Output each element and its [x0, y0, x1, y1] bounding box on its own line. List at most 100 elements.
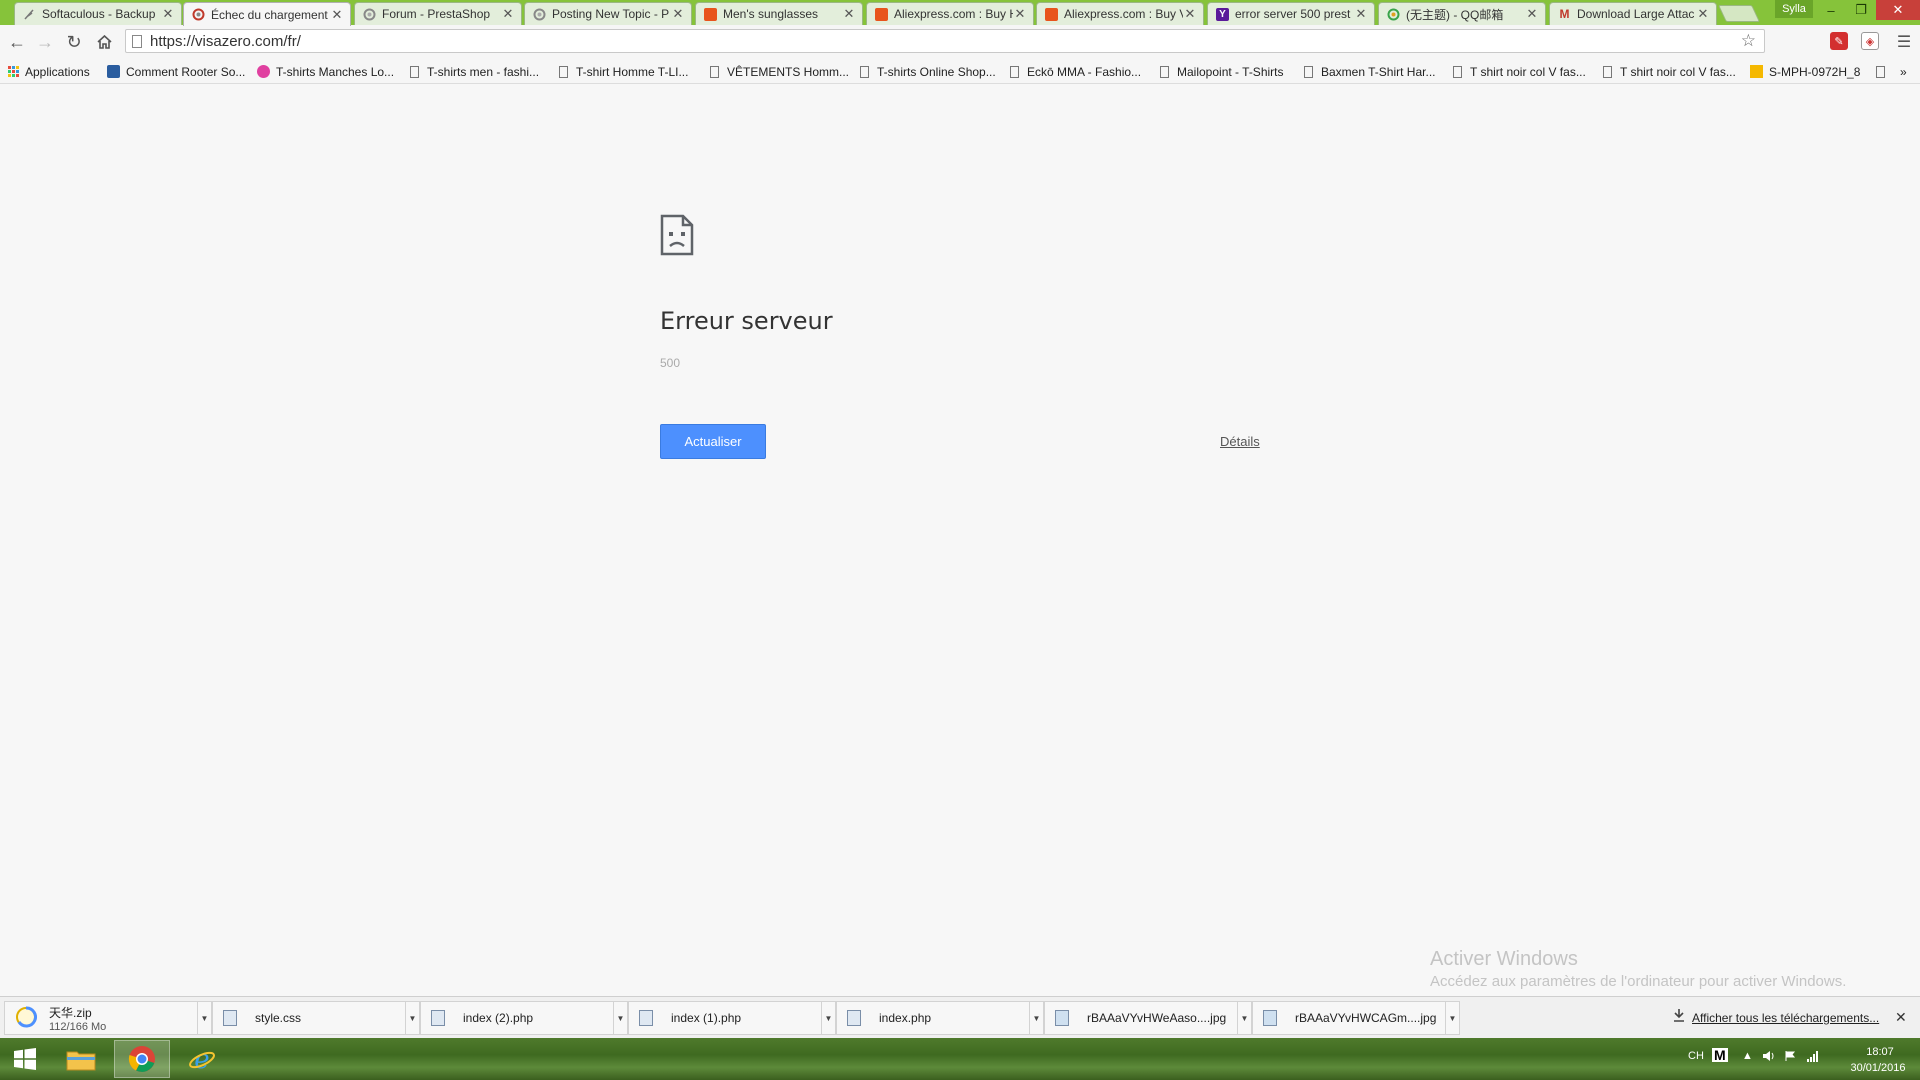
apps-icon: [8, 66, 19, 77]
tab-close-icon[interactable]: ✕: [1354, 6, 1368, 22]
chevron-down-icon[interactable]: ▼: [1445, 1002, 1459, 1034]
close-window-icon[interactable]: ✕: [1876, 0, 1920, 20]
bookmarks-overflow-icon[interactable]: »: [1900, 63, 1907, 80]
bookmark-tshirts-manches[interactable]: T-shirts Manches Lo...: [257, 63, 394, 80]
minimize-icon[interactable]: –: [1816, 0, 1846, 20]
tab-close-icon[interactable]: ✕: [842, 6, 856, 22]
chevron-down-icon[interactable]: ▼: [1029, 1002, 1043, 1034]
tab-close-icon[interactable]: ✕: [330, 7, 344, 23]
tab-close-icon[interactable]: ✕: [1183, 6, 1197, 22]
restore-icon[interactable]: ❐: [1846, 0, 1876, 20]
action-center-flag-icon[interactable]: [1784, 1050, 1796, 1065]
image-file-icon: [1055, 1010, 1069, 1026]
windows-start-icon[interactable]: [0, 1040, 50, 1078]
tab-aliexpress-2[interactable]: Aliexpress.com : Buy V ✕: [1036, 2, 1204, 25]
bookmark-comment-rooter[interactable]: Comment Rooter So...: [107, 63, 245, 80]
input-method-icon[interactable]: M: [1712, 1048, 1728, 1062]
extension-icon[interactable]: ✎: [1830, 32, 1848, 50]
browser-toolbar: ← → ↻ https://visazero.com/fr/ ☆ ✎ ◈ ☰: [0, 25, 1920, 58]
chevron-down-icon[interactable]: ▼: [405, 1002, 419, 1034]
bookmark-tshirt-homme[interactable]: T-shirt Homme T-LI...: [559, 63, 688, 80]
tab-title: Download Large Attac: [1577, 7, 1695, 21]
chevron-down-icon[interactable]: ▼: [1237, 1002, 1251, 1034]
forward-icon[interactable]: →: [33, 30, 57, 54]
download-item[interactable]: index (1).php ▼: [628, 1001, 836, 1035]
back-icon[interactable]: ←: [5, 30, 29, 54]
download-filename: style.css: [255, 1011, 302, 1025]
file-explorer-icon[interactable]: [53, 1040, 109, 1078]
bookmark-tshirts-online-shop[interactable]: T-shirts Online Shop...: [860, 63, 996, 80]
network-signal-icon[interactable]: [1806, 1050, 1820, 1065]
address-bar[interactable]: https://visazero.com/fr/ ☆: [125, 29, 1765, 53]
chevron-down-icon[interactable]: ▼: [821, 1002, 835, 1034]
reload-icon[interactable]: ↻: [62, 30, 86, 54]
bookmark-label: T-shirt Homme T-LI...: [576, 64, 689, 79]
page-icon: [710, 65, 719, 78]
internet-explorer-icon[interactable]: e: [174, 1040, 230, 1078]
clock-time[interactable]: 18:07: [1858, 1046, 1902, 1058]
tab-close-icon[interactable]: ✕: [1525, 6, 1539, 22]
tab-error-server-search[interactable]: Y error server 500 prest ✕: [1207, 2, 1375, 25]
download-item[interactable]: index.php ▼: [836, 1001, 1044, 1035]
tab-title: (无主题) - QQ邮箱: [1406, 7, 1504, 22]
tab-close-icon[interactable]: ✕: [671, 6, 685, 22]
page-icon: [559, 65, 568, 78]
bookmark-label: T shirt noir col V fas...: [1470, 64, 1586, 79]
bookmark-applications[interactable]: Applications: [8, 63, 90, 80]
tab-echec-chargement[interactable]: Échec du chargement ✕: [183, 2, 351, 26]
chrome-icon[interactable]: [114, 1040, 170, 1078]
bookmark-tshirt-noir-1[interactable]: T shirt noir col V fas...: [1453, 63, 1586, 80]
home-icon[interactable]: [92, 30, 116, 54]
tab-title: Aliexpress.com : Buy H: [894, 7, 1013, 21]
tab-forum-prestashop[interactable]: Forum - PrestaShop ✕: [354, 2, 522, 25]
page-icon: [410, 65, 419, 78]
bookmark-label: T-shirts Manches Lo...: [276, 64, 395, 79]
tab-close-icon[interactable]: ✕: [161, 6, 175, 22]
details-link[interactable]: Détails: [1220, 434, 1260, 449]
bookmark-tshirts-men[interactable]: T-shirts men - fashi...: [410, 63, 539, 80]
bookmark-ecko-mma[interactable]: Eckō MMA - Fashio...: [1010, 63, 1141, 80]
chevron-down-icon[interactable]: ▼: [613, 1002, 627, 1034]
clock-date[interactable]: 30/01/2016: [1842, 1062, 1914, 1074]
bookmark-star-icon[interactable]: ☆: [1741, 31, 1756, 51]
download-item[interactable]: 天华.zip 112/166 Mo ▼: [4, 1001, 212, 1035]
bookmark-s-mph[interactable]: S-MPH-0972H_8: [1750, 63, 1860, 80]
tab-softaculous[interactable]: Softaculous - Backup ✕: [14, 2, 182, 25]
volume-icon[interactable]: [1762, 1050, 1776, 1065]
close-icon[interactable]: ✕: [1895, 1009, 1907, 1026]
download-item[interactable]: style.css ▼: [212, 1001, 420, 1035]
tab-mens-sunglasses[interactable]: Men's sunglasses ✕: [695, 2, 863, 25]
tab-close-icon[interactable]: ✕: [501, 6, 515, 22]
bookmark-vetements-homme[interactable]: VÊTEMENTS Homm...: [710, 63, 849, 80]
language-indicator[interactable]: CH: [1688, 1050, 1704, 1062]
extension-shield-icon[interactable]: ◈: [1861, 32, 1879, 50]
page-icon: [1160, 65, 1169, 78]
bookmark-more[interactable]: [1876, 63, 1893, 80]
chevron-down-icon[interactable]: ▼: [197, 1002, 211, 1034]
shop-icon: [875, 7, 888, 21]
sad-page-icon: [660, 214, 694, 259]
new-tab-button[interactable]: [1718, 5, 1760, 22]
download-icon: [1673, 1008, 1685, 1025]
tab-posting-new-topic[interactable]: Posting New Topic - P ✕: [524, 2, 692, 25]
tab-qq-mail[interactable]: (无主题) - QQ邮箱 ✕: [1378, 2, 1546, 25]
show-all-downloads-link[interactable]: Afficher tous les téléchargements...: [1692, 1011, 1879, 1025]
cloud-icon: [363, 8, 376, 21]
tab-aliexpress-1[interactable]: Aliexpress.com : Buy H ✕: [866, 2, 1034, 25]
tab-close-icon[interactable]: ✕: [1013, 6, 1027, 22]
file-icon: [223, 1010, 237, 1026]
bookmark-mailopoint[interactable]: Mailopoint - T-Shirts: [1160, 63, 1283, 80]
tab-close-icon[interactable]: ✕: [1696, 6, 1710, 22]
qq-icon: [1387, 8, 1400, 21]
download-item[interactable]: rBAAaVYvHWeAaso....jpg ▼: [1044, 1001, 1252, 1035]
menu-icon[interactable]: ☰: [1892, 30, 1916, 54]
bookmark-baxmen[interactable]: Baxmen T-Shirt Har...: [1304, 63, 1436, 80]
download-item[interactable]: index (2).php ▼: [420, 1001, 628, 1035]
download-item[interactable]: rBAAaVYvHWCAGm....jpg ▼: [1252, 1001, 1460, 1035]
bookmark-tshirt-noir-2[interactable]: T shirt noir col V fas...: [1603, 63, 1736, 80]
reload-button[interactable]: Actualiser: [660, 424, 766, 459]
show-hidden-icons-icon[interactable]: ▲: [1742, 1050, 1753, 1062]
profile-button[interactable]: Sylla: [1775, 0, 1813, 18]
bookmark-label: Comment Rooter So...: [126, 64, 246, 79]
tab-download-large-attachment[interactable]: M Download Large Attac ✕: [1549, 2, 1717, 25]
